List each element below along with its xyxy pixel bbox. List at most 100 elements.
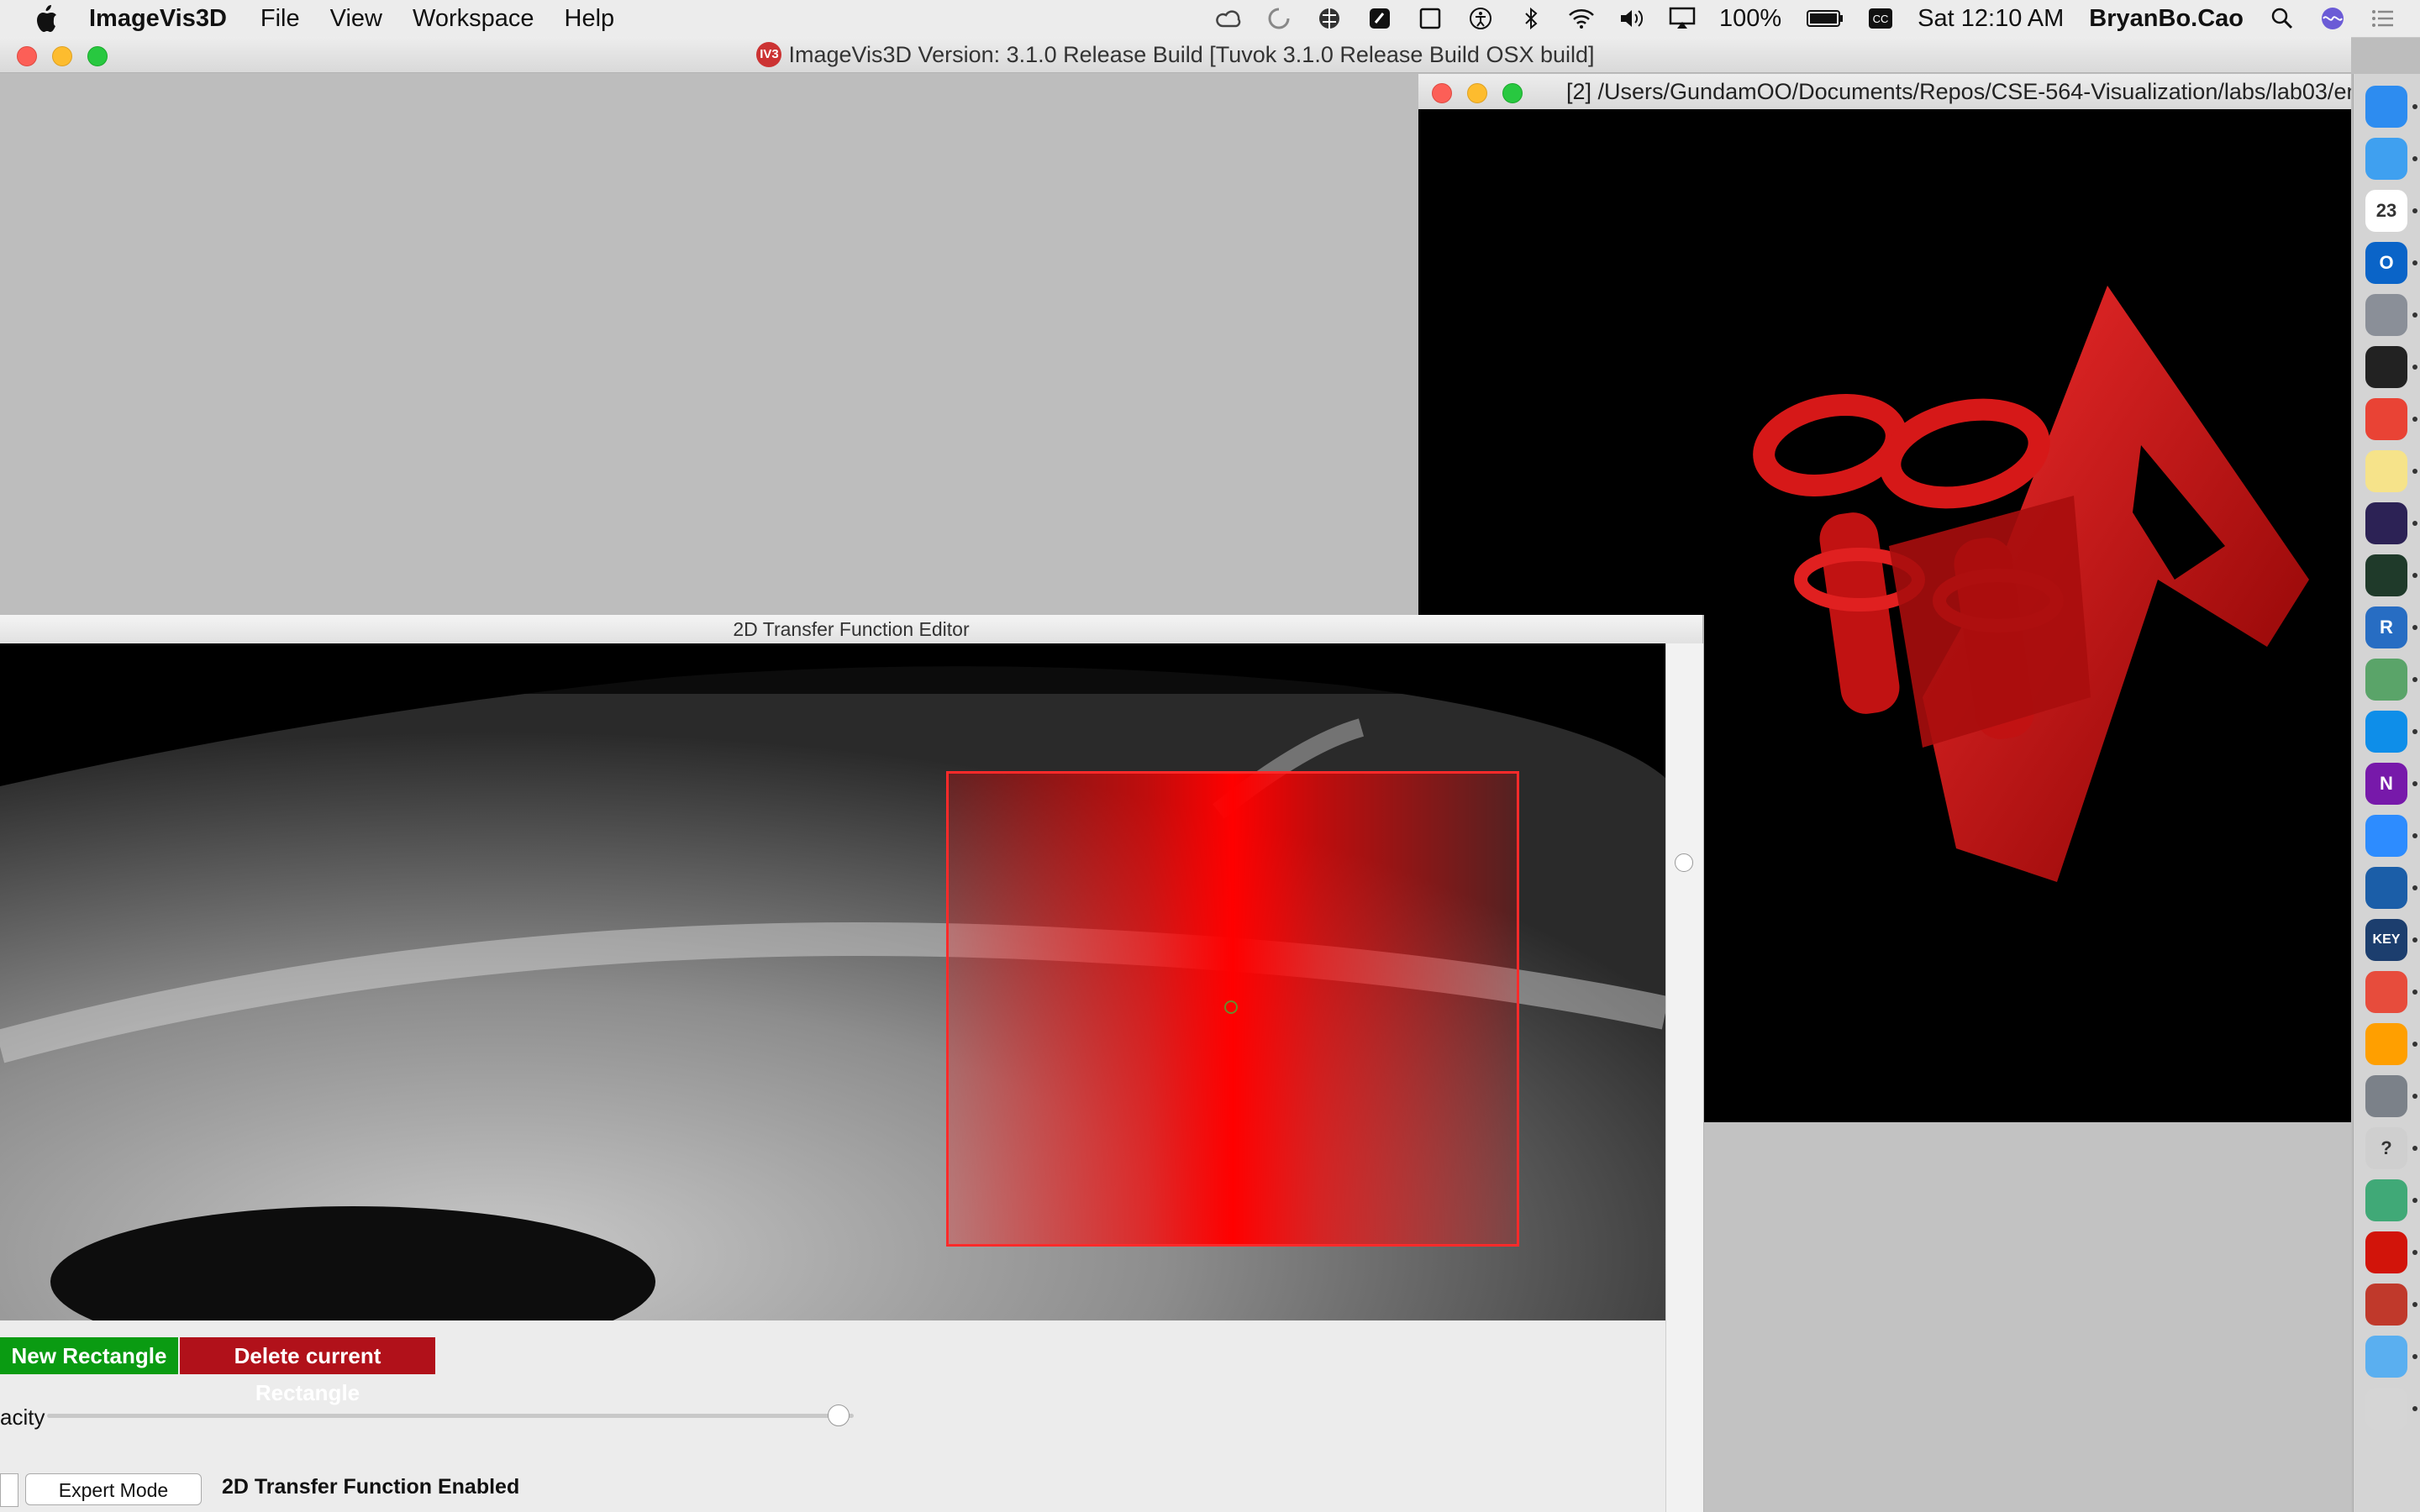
evernote-icon[interactable] <box>1366 5 1393 32</box>
apple-icon[interactable] <box>34 4 59 33</box>
atom-icon[interactable] <box>2365 1179 2407 1221</box>
dock-running-indicator <box>2412 208 2417 213</box>
opacity-slider-track[interactable] <box>47 1414 854 1418</box>
battery-percent: 100% <box>1719 4 1782 32</box>
dock-running-indicator <box>2412 1042 2417 1047</box>
dock-running-indicator <box>2412 417 2417 422</box>
main-window-titlebar[interactable]: IV3 ImageVis3D Version: 3.1.0 Release Bu… <box>0 37 2351 73</box>
pencil-app-icon[interactable] <box>2365 138 2407 180</box>
dock-running-indicator <box>2412 365 2417 370</box>
scroll-knob[interactable] <box>1675 853 1693 872</box>
spotlight-search-icon[interactable] <box>2269 5 2296 32</box>
accessibility-icon[interactable] <box>1467 5 1494 32</box>
downloads-folder-icon[interactable] <box>2365 1336 2407 1378</box>
dock-running-indicator <box>2412 1198 2417 1203</box>
histogram-canvas[interactable] <box>0 643 1665 1320</box>
menu-file[interactable]: File <box>260 5 300 33</box>
dock-running-indicator <box>2412 260 2417 265</box>
siri-icon[interactable] <box>2319 5 2346 32</box>
dock-running-indicator <box>2412 573 2417 578</box>
help-icon[interactable]: ? <box>2365 1127 2407 1169</box>
expert-mode-button[interactable]: Expert Mode <box>25 1473 202 1505</box>
render-window-title: [2] /Users/GundamOO/Documents/Repos/CSE-… <box>1566 79 2351 104</box>
bluetooth-icon[interactable] <box>1518 5 1544 32</box>
trash-icon[interactable] <box>2365 1388 2407 1430</box>
minimize-button[interactable] <box>52 46 72 66</box>
clock[interactable]: Sat 12:10 AM <box>1918 5 2064 33</box>
activity-monitor-icon[interactable] <box>2365 554 2407 596</box>
dock-running-indicator <box>2412 1406 2417 1411</box>
onenote-icon[interactable]: N <box>2365 763 2407 805</box>
render-zoom-button[interactable] <box>1502 83 1523 103</box>
dock-running-indicator <box>2412 469 2417 474</box>
photos-icon[interactable] <box>2365 659 2407 701</box>
wifi-icon[interactable] <box>1568 5 1595 32</box>
sync-icon[interactable] <box>1265 5 1292 32</box>
delete-rectangle-button[interactable]: Delete current Rectangle <box>180 1337 435 1405</box>
creative-cloud-icon[interactable] <box>1215 5 1242 32</box>
dock-running-indicator <box>2412 1302 2417 1307</box>
notes-icon[interactable] <box>2365 450 2407 492</box>
dock-running-indicator <box>2412 104 2417 109</box>
menu-help[interactable]: Help <box>565 5 615 33</box>
zoom-icon[interactable] <box>2365 815 2407 857</box>
close-button[interactable] <box>17 46 37 66</box>
checkbox[interactable] <box>0 1473 18 1507</box>
menu-workspace[interactable]: Workspace <box>413 5 534 33</box>
tf-editor-title[interactable]: 2D Transfer Function Editor <box>0 615 1702 644</box>
outlook-icon[interactable]: O <box>2365 242 2407 284</box>
finder-icon[interactable] <box>2365 86 2407 128</box>
new-rectangle-button[interactable]: New Rectangle <box>0 1337 178 1374</box>
user-menu[interactable]: BryanBo.Cao <box>2089 5 2244 33</box>
dock-running-indicator <box>2412 1250 2417 1255</box>
tf-editor-scrollbar[interactable] <box>1665 643 1703 1512</box>
launchpad-icon[interactable] <box>2365 294 2407 336</box>
dock-running-indicator <box>2412 625 2417 630</box>
tf-status-text: 2D Transfer Function Enabled <box>222 1475 520 1499</box>
dock: 23 O R N KEY? <box>2353 74 2420 1512</box>
chrome-icon[interactable] <box>2365 398 2407 440</box>
volume-icon[interactable] <box>1618 5 1645 32</box>
render-window-controls <box>1432 83 1523 103</box>
rectangle-center-handle[interactable] <box>1224 1000 1238 1014</box>
imagevis3d-dock-icon[interactable] <box>2365 1284 2407 1326</box>
color-sync-icon[interactable] <box>2365 1023 2407 1065</box>
terminal-icon[interactable] <box>2365 346 2407 388</box>
main-window-title: ImageVis3D Version: 3.1.0 Release Build … <box>788 41 1595 67</box>
teamviewer-icon[interactable] <box>2365 711 2407 753</box>
cc-label: CC <box>1873 13 1889 25</box>
render-window-titlebar[interactable]: [2] /Users/GundamOO/Documents/Repos/CSE-… <box>1418 74 2351 110</box>
menu-bar: ImageVis3D File View Workspace Help 100%… <box>0 0 2420 38</box>
acrobat-icon[interactable] <box>2365 1231 2407 1273</box>
screen-icon[interactable] <box>1417 5 1444 32</box>
cc-icon[interactable]: CC <box>1867 5 1894 32</box>
r-icon[interactable]: R <box>2365 606 2407 648</box>
dock-running-indicator <box>2412 677 2417 682</box>
menu-view[interactable]: View <box>330 5 382 33</box>
main-window-controls <box>17 46 108 66</box>
app-menu[interactable]: ImageVis3D <box>89 5 227 33</box>
transfer-function-rectangle[interactable] <box>946 771 1519 1247</box>
status-area: 100% CC Sat 12:10 AM BryanBo.Cao <box>1215 0 2420 37</box>
calendar-icon[interactable]: 23 <box>2365 190 2407 232</box>
quicktime-icon[interactable] <box>2365 867 2407 909</box>
dock-running-indicator <box>2412 312 2417 318</box>
airplay-icon[interactable] <box>1669 5 1696 32</box>
transfer-function-editor: 2D Transfer Function Editor New Rectangl… <box>0 615 1704 1512</box>
opacity-slider-knob[interactable] <box>827 1404 850 1426</box>
keynote-icon[interactable]: KEY <box>2365 919 2407 961</box>
dock-running-indicator <box>2412 885 2417 890</box>
battery-icon[interactable] <box>1807 5 1844 32</box>
dock-running-indicator <box>2412 1354 2417 1359</box>
eclipse-icon[interactable] <box>2365 502 2407 544</box>
system-preferences-icon[interactable] <box>2365 1075 2407 1117</box>
zoom-button[interactable] <box>87 46 108 66</box>
notification-center-icon[interactable] <box>2370 5 2396 32</box>
render-minimize-button[interactable] <box>1467 83 1487 103</box>
globe-icon[interactable] <box>1316 5 1343 32</box>
render-close-button[interactable] <box>1432 83 1452 103</box>
color-picker-icon[interactable] <box>2365 971 2407 1013</box>
dock-running-indicator <box>2412 729 2417 734</box>
dock-running-indicator <box>2412 1146 2417 1151</box>
dock-running-indicator <box>2412 833 2417 838</box>
